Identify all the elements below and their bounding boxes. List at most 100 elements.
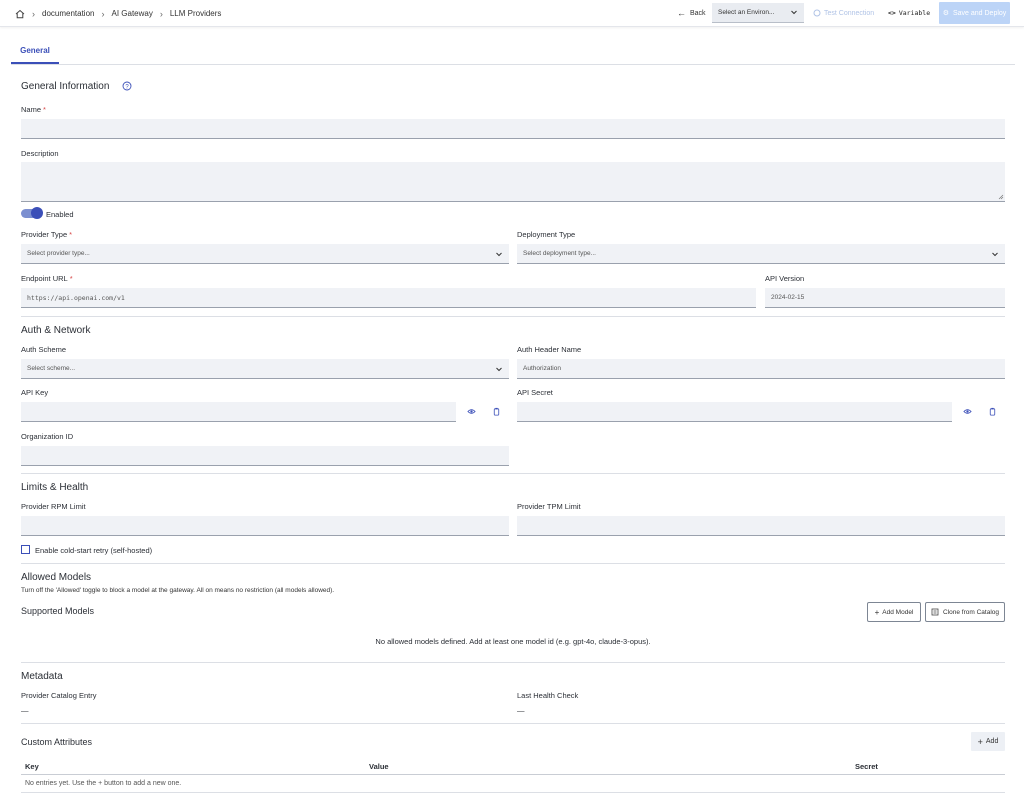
deployment-type-label: Deployment Type (517, 230, 576, 239)
description-label: Description (21, 149, 59, 158)
general-title-text: General Information (21, 81, 110, 92)
plus-icon: + (874, 607, 880, 617)
provider-type-select[interactable]: Select provider type... (21, 244, 509, 264)
supported-models-label: Supported Models (21, 606, 95, 616)
copy-icon[interactable] (988, 407, 997, 418)
auth-header-input[interactable]: Authorization (517, 359, 1005, 379)
provider-type-label-text: Provider Type (21, 230, 68, 239)
section-title-models: Allowed Models (21, 572, 92, 583)
organization-id-input[interactable] (21, 446, 509, 466)
catalog-icon (931, 608, 939, 616)
catalog-entry-value: — (21, 706, 29, 715)
name-label: Name * (21, 105, 46, 114)
endpoint-url-input[interactable]: https://api.openai.com/v1 (21, 288, 756, 308)
column-header-secret: Secret (855, 762, 878, 771)
api-key-input[interactable] (21, 402, 456, 422)
column-header-value: Value (369, 762, 389, 771)
chevron-right-icon: › (159, 8, 163, 19)
clone-from-catalog-button[interactable]: Clone from Catalog (925, 602, 1005, 622)
section-title-general: General Information (21, 81, 109, 92)
add-attribute-label: Add (985, 738, 999, 745)
chevron-down-icon (496, 367, 502, 372)
environment-select-value: Select an Environ... (718, 9, 775, 16)
attributes-table-empty-row: No entries yet. Use the + button to add … (21, 775, 1005, 793)
section-title-limits: Limits & Health (21, 482, 89, 493)
eye-icon[interactable] (467, 407, 476, 418)
last-health-check-label: Last Health Check (517, 691, 579, 700)
test-connection-button[interactable]: Test Connection (813, 6, 874, 20)
cold-start-checkbox[interactable] (21, 545, 30, 554)
endpoint-url-placeholder: https://api.openai.com/v1 (27, 293, 125, 302)
test-connection-label: Test Connection (824, 9, 875, 17)
help-icon[interactable]: ? (122, 81, 132, 93)
home-icon[interactable] (14, 8, 25, 19)
name-label-text: Name (21, 105, 42, 114)
description-value (21, 162, 1005, 201)
code-icon: <> (888, 9, 896, 17)
api-secret-label: API Secret (517, 388, 553, 397)
api-key-label: API Key (21, 388, 49, 397)
required-asterisk: * (69, 274, 73, 283)
add-model-button[interactable]: + Add Model (867, 602, 921, 622)
section-title-metadata: Metadata (21, 671, 63, 682)
provider-type-placeholder: Select provider type... (27, 250, 90, 257)
environment-select[interactable]: Select an Environ... (712, 3, 804, 23)
chevron-down-icon (791, 10, 797, 15)
section-divider (21, 316, 1005, 317)
section-divider (21, 563, 1005, 564)
section-divider (21, 473, 1005, 474)
attributes-empty-message: No entries yet. Use the + button to add … (25, 780, 182, 787)
api-version-input[interactable]: 2024-02-15 (765, 288, 1005, 308)
breadcrumb-item[interactable]: AI Gateway (111, 9, 152, 18)
endpoint-url-label: Endpoint URL * (21, 274, 73, 283)
rpm-limit-input[interactable] (21, 516, 509, 536)
save-and-deploy-button[interactable]: ⚙ Save and Deploy (939, 2, 1010, 24)
clone-from-catalog-label: Clone from Catalog (943, 608, 999, 616)
auth-scheme-placeholder: Select scheme... (27, 365, 76, 372)
tab-general[interactable]: General (11, 40, 59, 64)
auth-scheme-label: Auth Scheme (21, 345, 67, 354)
deployment-type-select[interactable]: Select deployment type... (517, 244, 1005, 264)
chevron-down-icon (496, 252, 502, 257)
back-button[interactable]: ← Back (677, 5, 706, 21)
resize-handle-icon[interactable] (998, 194, 1004, 200)
required-asterisk: * (69, 230, 73, 239)
deployment-type-placeholder: Select deployment type... (523, 250, 596, 257)
tab-divider (11, 64, 1015, 65)
arrow-left-icon: ← (677, 8, 686, 18)
plus-icon: + (977, 736, 983, 747)
auth-header-label: Auth Header Name (517, 345, 582, 354)
variable-label: Variable (898, 9, 931, 17)
attributes-table-header: Key Value Secret (21, 757, 1005, 775)
eye-icon[interactable] (963, 407, 972, 418)
api-version-placeholder: 2024-02-15 (771, 294, 805, 301)
auth-header-placeholder: Authorization (523, 365, 561, 372)
api-secret-input[interactable] (517, 402, 952, 422)
provider-type-label: Provider Type * (21, 230, 72, 239)
section-divider (21, 662, 1005, 663)
name-input[interactable] (21, 119, 1005, 139)
breadcrumb: › documentation › AI Gateway › LLM Provi… (14, 7, 221, 20)
breadcrumb-item-current: LLM Providers (169, 9, 222, 18)
enabled-toggle-knob[interactable] (31, 207, 43, 219)
auth-scheme-select[interactable]: Select scheme... (21, 359, 509, 379)
tpm-limit-input[interactable] (517, 516, 1005, 536)
chevron-right-icon: › (101, 8, 105, 19)
cold-start-label: Enable cold-start retry (self-hosted) (35, 546, 153, 555)
back-button-label: Back (690, 9, 706, 17)
rpm-limit-label: Provider RPM Limit (21, 502, 86, 511)
models-help-text: Turn off the 'Allowed' toggle to block a… (21, 587, 335, 594)
enabled-label: Enabled (46, 210, 74, 219)
description-textarea[interactable] (21, 162, 1005, 202)
api-version-label: API Version (765, 274, 805, 283)
breadcrumb-item[interactable]: documentation (42, 9, 94, 18)
variable-button[interactable]: <> Variable (888, 6, 930, 20)
add-attribute-button[interactable]: + Add (971, 732, 1005, 751)
catalog-entry-label: Provider Catalog Entry (21, 691, 97, 700)
copy-icon[interactable] (492, 407, 501, 418)
models-empty-message: No allowed models defined. Add at least … (375, 637, 651, 646)
section-title-auth: Auth & Network (21, 325, 91, 336)
save-icon: ⚙ (942, 10, 949, 17)
last-health-check-value: — (517, 706, 525, 715)
organization-id-label: Organization ID (21, 432, 74, 441)
